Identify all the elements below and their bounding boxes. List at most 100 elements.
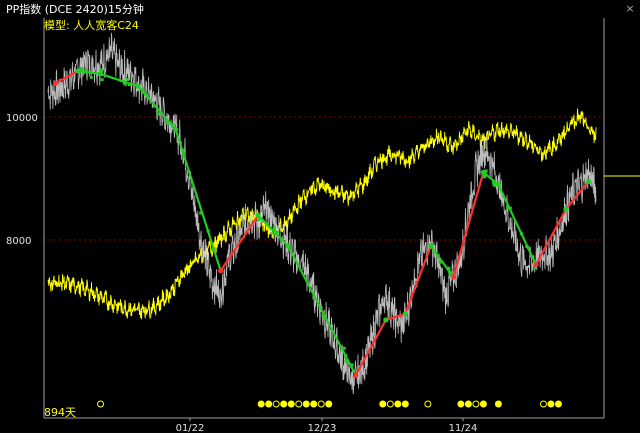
y-tick-10000: 10000 xyxy=(6,113,38,124)
down-dot xyxy=(344,353,348,357)
swing-point-8 xyxy=(353,372,359,378)
swing-point-12 xyxy=(450,274,456,280)
swing-leg-14 xyxy=(497,184,537,266)
x-tick-labels: 01/22 12/23 11/24 xyxy=(176,418,478,433)
down-dot xyxy=(100,78,104,82)
model-label: 模型: 人人宽客C24 xyxy=(44,19,139,32)
marker-3 xyxy=(272,400,280,408)
down-dot xyxy=(141,88,145,92)
down-dot xyxy=(206,229,210,233)
swing-point-14 xyxy=(495,182,502,188)
marker-10 xyxy=(325,400,333,408)
x-tick-01-22: 01/22 xyxy=(176,423,205,433)
swing-point-11 xyxy=(428,243,434,249)
price-chart: 8000 10000 01/22 12/23 11/24 xyxy=(6,18,640,433)
down-dot xyxy=(448,270,452,274)
down-dot xyxy=(171,123,175,127)
down-dot xyxy=(80,67,84,71)
down-dot xyxy=(199,211,203,215)
down-dot xyxy=(275,230,279,234)
down-dot xyxy=(165,119,169,123)
price-line xyxy=(47,32,597,395)
down-dot xyxy=(125,78,129,82)
marker-21 xyxy=(539,400,547,408)
marker-20 xyxy=(494,400,502,408)
swing-leg-3 xyxy=(137,85,177,131)
marker-13 xyxy=(394,400,402,408)
marker-17 xyxy=(464,400,472,408)
down-dot xyxy=(272,225,276,229)
marker-5 xyxy=(287,400,295,408)
swing-point-17 xyxy=(585,178,592,185)
marker-9 xyxy=(317,400,325,408)
down-dot xyxy=(182,152,186,156)
swing-point-1 xyxy=(75,68,81,74)
marker-6 xyxy=(295,400,303,408)
down-dot xyxy=(181,148,185,152)
swing-point-0 xyxy=(52,80,59,86)
swing-point-7 xyxy=(285,243,291,249)
swing-point-6 xyxy=(255,212,261,218)
marker-16 xyxy=(457,400,465,408)
swing-point-10 xyxy=(402,311,408,317)
down-dot xyxy=(506,206,510,210)
y-tick-8000: 8000 xyxy=(6,236,31,247)
marker-15 xyxy=(424,400,432,408)
chart-title: PP指数 (DCE 2420)15分钟 xyxy=(6,3,144,16)
swing-leg-12 xyxy=(452,172,485,278)
swing-point-9 xyxy=(383,317,389,323)
indicator-series xyxy=(47,108,597,320)
swing-point-16 xyxy=(563,206,569,212)
down-dot xyxy=(123,82,127,86)
down-dot xyxy=(525,244,529,248)
down-dot xyxy=(145,93,149,97)
down-dot xyxy=(89,75,93,79)
swing-point-4 xyxy=(173,126,179,132)
down-dot xyxy=(482,174,486,178)
down-dot xyxy=(279,237,283,241)
down-dot xyxy=(127,83,131,87)
down-dot xyxy=(99,68,103,72)
marker-0 xyxy=(97,400,105,408)
marker-22 xyxy=(547,400,555,408)
down-dot xyxy=(519,232,523,236)
marker-23 xyxy=(554,400,562,408)
marker-4 xyxy=(280,400,288,408)
down-dot xyxy=(446,267,450,271)
bottom-markers xyxy=(97,400,562,408)
marker-14 xyxy=(401,400,409,408)
price-series xyxy=(47,32,597,395)
y-tick-labels: 8000 10000 xyxy=(6,113,38,247)
down-dot xyxy=(344,359,348,363)
down-dot xyxy=(432,250,436,254)
swing-point-3 xyxy=(135,83,141,89)
down-dot xyxy=(272,231,276,235)
down-dot xyxy=(212,247,216,251)
down-dot xyxy=(257,218,261,222)
down-dot xyxy=(492,183,496,187)
marker-19 xyxy=(479,400,487,408)
down-dot xyxy=(350,363,354,367)
marker-7 xyxy=(302,400,310,408)
swing-point-2 xyxy=(97,71,104,77)
down-dot xyxy=(508,206,512,210)
marker-12 xyxy=(386,400,394,408)
x-tick-12-23: 12/23 xyxy=(308,423,337,433)
close-icon[interactable]: × xyxy=(624,3,636,15)
x-tick-11-24: 11/24 xyxy=(449,423,478,433)
down-dot xyxy=(342,346,346,350)
down-dot xyxy=(272,228,276,232)
down-dot xyxy=(438,260,442,264)
down-dot xyxy=(156,112,160,116)
down-dot xyxy=(321,314,325,318)
marker-8 xyxy=(310,400,318,408)
swing-point-15 xyxy=(533,262,539,268)
swing-point-5 xyxy=(218,268,224,274)
bar-count-label: 894天 xyxy=(44,406,76,419)
down-dot xyxy=(82,70,86,74)
marker-18 xyxy=(472,400,480,408)
marker-2 xyxy=(265,400,273,408)
indicator-line xyxy=(47,108,597,320)
marker-11 xyxy=(379,400,387,408)
swing-point-13 xyxy=(480,169,486,175)
